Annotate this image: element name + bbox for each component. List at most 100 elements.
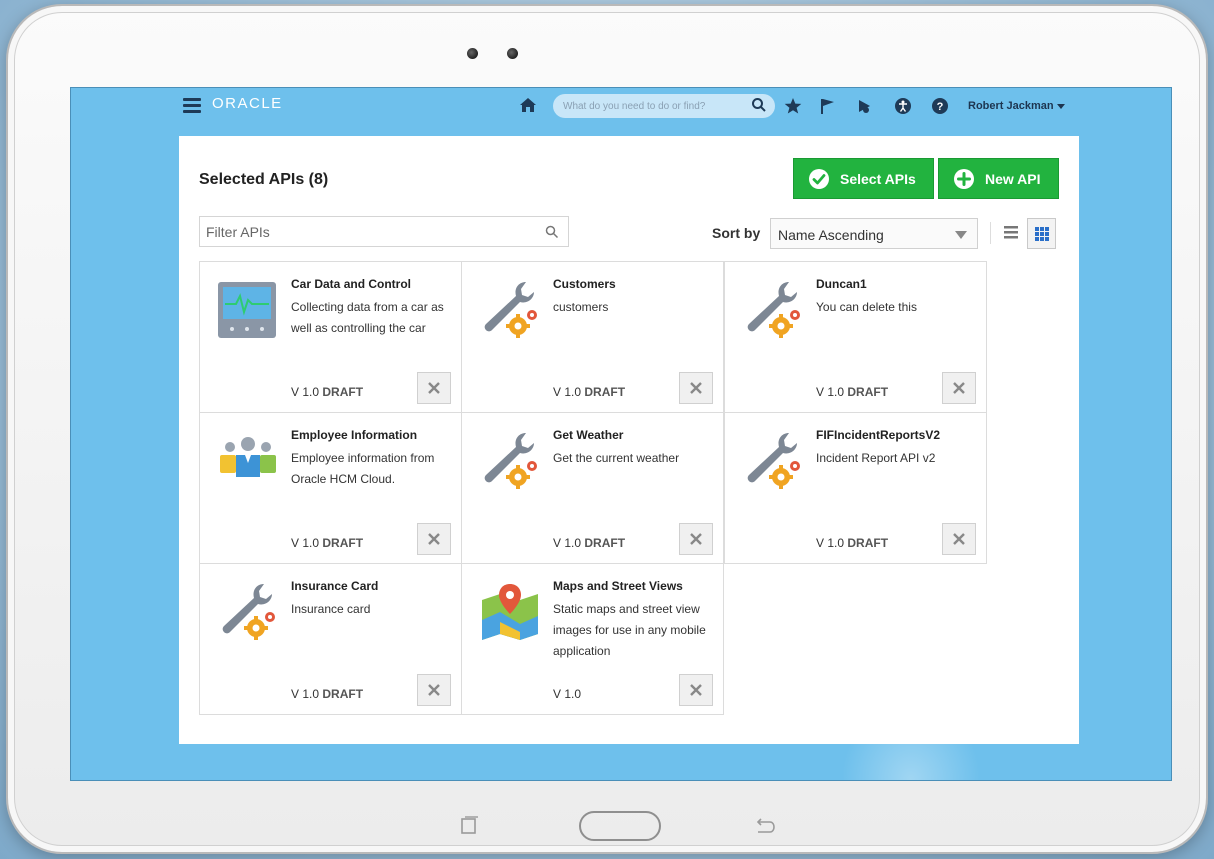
wrench-gear-icon <box>747 433 800 489</box>
help-icon[interactable]: ? <box>931 97 949 115</box>
close-icon <box>428 533 440 545</box>
version-number: V 1.0 <box>553 687 582 701</box>
api-card-description: Insurance card <box>291 602 371 616</box>
status-badge: DRAFT <box>584 385 626 399</box>
close-icon <box>690 533 702 545</box>
api-card-title: Insurance Card <box>291 579 379 593</box>
remove-api-button[interactable] <box>417 674 451 706</box>
sort-label: Sort by <box>712 225 761 241</box>
checkmark-circle-icon <box>809 168 829 189</box>
car-monitor-icon <box>218 282 276 338</box>
api-card-title: Get Weather <box>553 428 624 442</box>
api-card-title: Duncan1 <box>816 277 867 291</box>
wrench-gear-icon <box>222 584 275 640</box>
status-badge: DRAFT <box>322 687 364 701</box>
app-screen: ORACLE What do you need to do or find? ?… <box>70 87 1172 781</box>
remove-api-button[interactable] <box>417 372 451 404</box>
search-icon[interactable] <box>751 97 767 113</box>
version-number: V 1.0 <box>553 385 582 399</box>
favorites-star-icon[interactable] <box>784 97 802 115</box>
api-card-duncan1[interactable]: Duncan1 You can delete this V 1.0 DRAFT <box>724 261 987 413</box>
wrench-gear-icon <box>484 433 537 489</box>
api-card-description: Static maps and street view images for u… <box>553 602 706 658</box>
api-card-get-weather[interactable]: Get Weather Get the current weather V 1.… <box>461 412 724 564</box>
map-pin-icon <box>482 584 538 640</box>
close-icon <box>953 382 965 394</box>
api-card-version: V 1.0 DRAFT <box>291 536 363 550</box>
api-card-car-data-and-control[interactable]: Car Data and Control Collecting data fro… <box>199 261 462 413</box>
sort-value: Name Ascending <box>778 227 884 243</box>
api-card-title: Car Data and Control <box>291 277 412 291</box>
api-card-version: V 1.0 <box>553 687 581 701</box>
status-badge: DRAFT <box>847 385 889 399</box>
grid-view-toggle[interactable] <box>1027 218 1056 249</box>
api-card-maps-and-street-views[interactable]: Maps and Street Views Static maps and st… <box>461 563 724 715</box>
api-card-description: You can delete this <box>816 300 917 314</box>
api-card-description: Get the current weather <box>553 451 680 465</box>
api-card-title: FIFIncidentReportsV2 <box>816 428 941 442</box>
api-card-description: Collecting data from a car as well as co… <box>291 300 444 335</box>
hamburger-menu-icon[interactable] <box>183 98 201 113</box>
wrench-gear-icon <box>484 282 537 338</box>
api-card-fifincidentreportsv2[interactable]: FIFIncidentReportsV2 Incident Report API… <box>724 412 987 564</box>
recent-apps-icon[interactable] <box>459 816 481 836</box>
filter-apis-input[interactable] <box>206 224 526 240</box>
back-icon[interactable] <box>754 818 776 836</box>
top-bar: ORACLE What do you need to do or find? ?… <box>71 88 1171 128</box>
api-card-customers[interactable]: Customers customers V 1.0 DRAFT <box>461 261 724 413</box>
remove-api-button[interactable] <box>942 372 976 404</box>
status-badge: DRAFT <box>847 536 889 550</box>
close-icon <box>690 382 702 394</box>
sort-select[interactable]: Name Ascending <box>770 218 978 249</box>
version-number: V 1.0 <box>816 385 845 399</box>
home-icon[interactable] <box>519 96 537 114</box>
main-panel: Selected APIs (8) Select APIs New API Fi… <box>179 136 1079 744</box>
api-card-version: V 1.0 DRAFT <box>553 385 625 399</box>
accessibility-icon[interactable] <box>894 97 912 115</box>
close-icon <box>428 684 440 696</box>
search-icon[interactable] <box>545 225 559 239</box>
api-card-insurance-card[interactable]: Insurance Card Insurance card V 1.0 DRAF… <box>199 563 462 715</box>
close-icon <box>953 533 965 545</box>
select-apis-button[interactable]: Select APIs <box>793 158 934 199</box>
svg-text:?: ? <box>937 101 944 113</box>
version-number: V 1.0 <box>291 385 320 399</box>
api-card-version: V 1.0 DRAFT <box>816 385 888 399</box>
global-search-input[interactable] <box>563 98 743 114</box>
global-search[interactable] <box>553 94 775 118</box>
grid-view-icon <box>1034 226 1049 241</box>
user-name: Robert Jackman <box>968 100 1054 112</box>
close-icon <box>428 382 440 394</box>
list-view-icon[interactable] <box>1003 224 1019 240</box>
wrench-gear-icon <box>747 282 800 338</box>
select-apis-label: Select APIs <box>840 170 916 187</box>
api-card-description: Employee information from Oracle HCM Clo… <box>291 451 435 486</box>
new-api-label: New API <box>985 170 1041 187</box>
remove-api-button[interactable] <box>679 372 713 404</box>
people-icon <box>220 437 276 477</box>
user-menu[interactable]: Robert Jackman <box>968 100 1065 112</box>
remove-api-button[interactable] <box>942 523 976 555</box>
status-badge: DRAFT <box>322 385 364 399</box>
api-card-title: Customers <box>553 277 616 291</box>
api-card-version: V 1.0 DRAFT <box>816 536 888 550</box>
remove-api-button[interactable] <box>679 674 713 706</box>
view-toggle-divider <box>990 222 991 244</box>
flag-icon[interactable] <box>819 97 837 115</box>
version-number: V 1.0 <box>553 536 582 550</box>
remove-api-button[interactable] <box>679 523 713 555</box>
version-number: V 1.0 <box>291 536 320 550</box>
api-card-description: Incident Report API v2 <box>816 451 936 465</box>
chevron-down-icon <box>1056 103 1065 109</box>
status-badge: DRAFT <box>322 536 364 550</box>
notifications-icon[interactable] <box>856 97 874 115</box>
home-button[interactable] <box>579 811 661 841</box>
new-api-button[interactable]: New API <box>938 158 1059 199</box>
api-card-title: Employee Information <box>291 428 418 442</box>
api-card-version: V 1.0 DRAFT <box>553 536 625 550</box>
version-number: V 1.0 <box>816 536 845 550</box>
filter-apis-box[interactable] <box>199 216 569 247</box>
api-card-employee-information[interactable]: Employee Information Employee informatio… <box>199 412 462 564</box>
close-icon <box>690 684 702 696</box>
remove-api-button[interactable] <box>417 523 451 555</box>
